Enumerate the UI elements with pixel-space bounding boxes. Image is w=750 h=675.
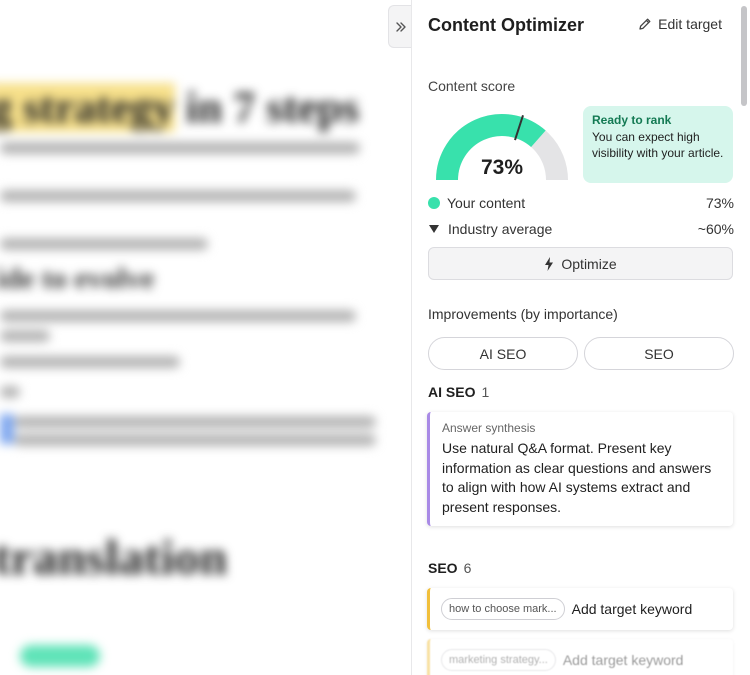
seo-section-heading: SEO 6 [428,560,471,576]
document-editor: g strategy in 7 steps ide to evolve tran… [0,0,410,675]
blurred-line [0,386,20,398]
collapse-panel-button[interactable] [388,5,412,48]
blurred-big-heading: translation [0,529,228,585]
ready-to-rank-callout: Ready to rank You can expect high visibi… [583,106,733,183]
seo-suggestion-card[interactable]: marketing strategy... Add target keyword [427,639,733,675]
edit-target-button[interactable]: Edit target [638,16,722,32]
edit-target-label: Edit target [658,16,722,32]
rank-title: Ready to rank [592,113,672,127]
improvements-label: Improvements (by importance) [428,306,618,322]
double-chevron-right-icon [395,21,406,32]
blurred-subheading: ide to evolve [0,262,155,295]
blurred-line [0,142,360,154]
content-optimizer-panel: Content Optimizer Edit target Content sc… [411,0,750,675]
blurred-button [20,645,100,667]
optimize-label: Optimize [561,255,617,272]
blurred-line [0,356,180,368]
seo-suggestion-card[interactable]: how to choose mark... Add target keyword [427,588,733,630]
optimize-button[interactable]: Optimize [428,247,733,280]
tab-seo[interactable]: SEO [584,337,734,370]
triangle-down-icon [429,225,439,233]
industry-average-label: Industry average [448,221,553,237]
panel-title: Content Optimizer [428,15,584,35]
ai-seo-section-heading: AI SEO 1 [428,384,489,400]
industry-average-value: ~60% [697,221,734,237]
your-content-label: Your content [447,195,526,211]
add-target-keyword-link[interactable]: Add target keyword [572,601,693,617]
blurred-line [14,434,376,446]
blurred-line [0,310,356,322]
add-target-keyword-link[interactable]: Add target keyword [563,652,684,668]
ai-seo-section-label: AI SEO [428,384,476,400]
suggestion-category: Answer synthesis [442,421,536,435]
tab-ai-seo[interactable]: AI SEO [428,337,578,370]
panel-scrollbar[interactable] [741,6,747,106]
keyword-chip[interactable]: marketing strategy... [441,649,556,671]
content-score-value: 73% [480,156,524,179]
ai-seo-section-count: 1 [481,384,490,400]
legend-industry-average: Industry average ~60% [428,220,734,238]
blurred-image [0,414,14,444]
blurred-line [0,190,356,202]
content-score-label: Content score [428,78,516,94]
seo-section-label: SEO [428,560,458,576]
suggestion-text: Use natural Q&A format. Present key info… [442,440,712,515]
blurred-heading: g strategy in 7 steps [0,82,359,133]
blurred-line [0,330,50,342]
lightning-bolt-icon [545,256,554,271]
blurred-line [0,238,208,250]
ai-seo-suggestion-card[interactable]: Answer synthesis Use natural Q&A format.… [427,412,733,526]
panel-header: Content Optimizer Edit target [428,15,734,37]
seo-section-count: 6 [463,560,472,576]
your-content-dot-icon [428,197,440,209]
blurred-line [14,416,376,428]
keyword-chip[interactable]: how to choose mark... [441,598,565,620]
editor-blurred-content: g strategy in 7 steps ide to evolve tran… [0,0,410,675]
rank-text: You can expect high visibility with your… [592,130,724,160]
legend-your-content: Your content 73% [428,194,734,212]
pencil-icon [639,18,651,30]
your-content-value: 73% [705,195,734,211]
